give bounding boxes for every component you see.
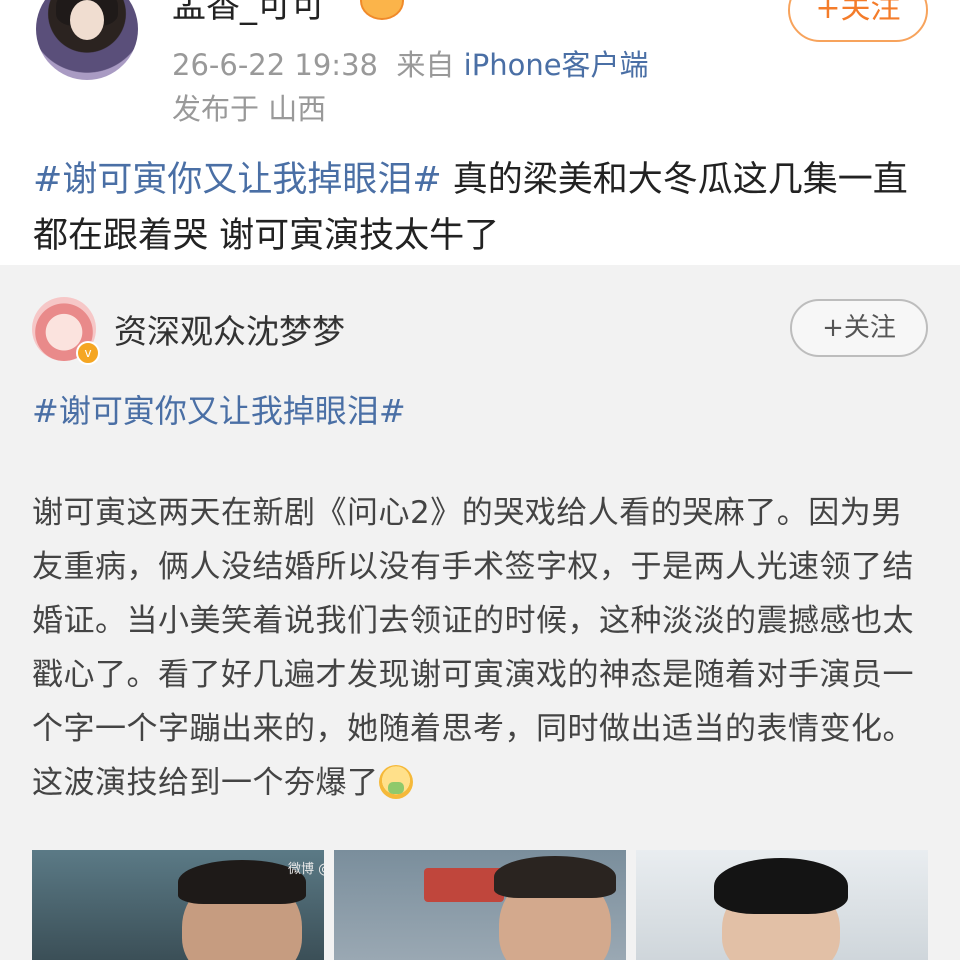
image-figure-hair [178, 860, 306, 904]
repost-author-avatar[interactable]: v [32, 297, 100, 365]
emoji-badge-icon [360, 0, 404, 20]
avatar-face [70, 0, 104, 40]
repost-image-3[interactable] [636, 850, 928, 960]
repost-follow-button[interactable]: +关注 [790, 299, 928, 357]
post-timestamp: 26-6-22 19:38 [172, 48, 378, 82]
repost-image-2[interactable] [334, 850, 626, 960]
repost-image-1[interactable]: 微博 @资深 [32, 850, 324, 960]
author-avatar[interactable] [36, 0, 138, 80]
image-figure-hair [494, 856, 616, 898]
verified-badge-icon: v [76, 341, 100, 365]
post-hashtag-link[interactable]: #谢可寅你又让我掉眼泪# [33, 160, 442, 200]
repost-body: 谢可寅这两天在新剧《问心2》的哭戏给人看的哭麻了。因为男友重病，俩人没结婚所以没… [32, 495, 914, 801]
post-meta: 26-6-22 19:38 来自 iPhone客户端 [172, 42, 649, 84]
image-figure-hair [714, 858, 848, 914]
repost-author-username[interactable]: 资深观众沈梦梦 [114, 305, 345, 353]
sobbing-emoji-icon [378, 765, 413, 799]
repost-hashtag-link[interactable]: #谢可寅你又让我掉眼泪# [32, 386, 406, 432]
author-username[interactable]: 盂香_可可 [172, 0, 325, 27]
post-from-prefix: 来自 [396, 48, 455, 82]
post-location: 发布于 山西 [172, 92, 327, 126]
post-text: #谢可寅你又让我掉眼泪# 真的梁美和大冬瓜这几集一直都在跟着哭 谢可寅演技太牛了 [33, 152, 923, 264]
weibo-post: 盂香_可可 +关注 26-6-22 19:38 来自 iPhone客户端 发布于… [0, 0, 960, 265]
repost-body-text: 谢可寅这两天在新剧《问心2》的哭戏给人看的哭麻了。因为男友重病，俩人没结婚所以没… [32, 486, 932, 810]
image-watermark: 微博 @资深 [288, 862, 324, 877]
follow-button[interactable]: +关注 [788, 0, 928, 42]
image-background-sign [424, 868, 504, 902]
post-client-link[interactable]: iPhone客户端 [464, 48, 649, 82]
